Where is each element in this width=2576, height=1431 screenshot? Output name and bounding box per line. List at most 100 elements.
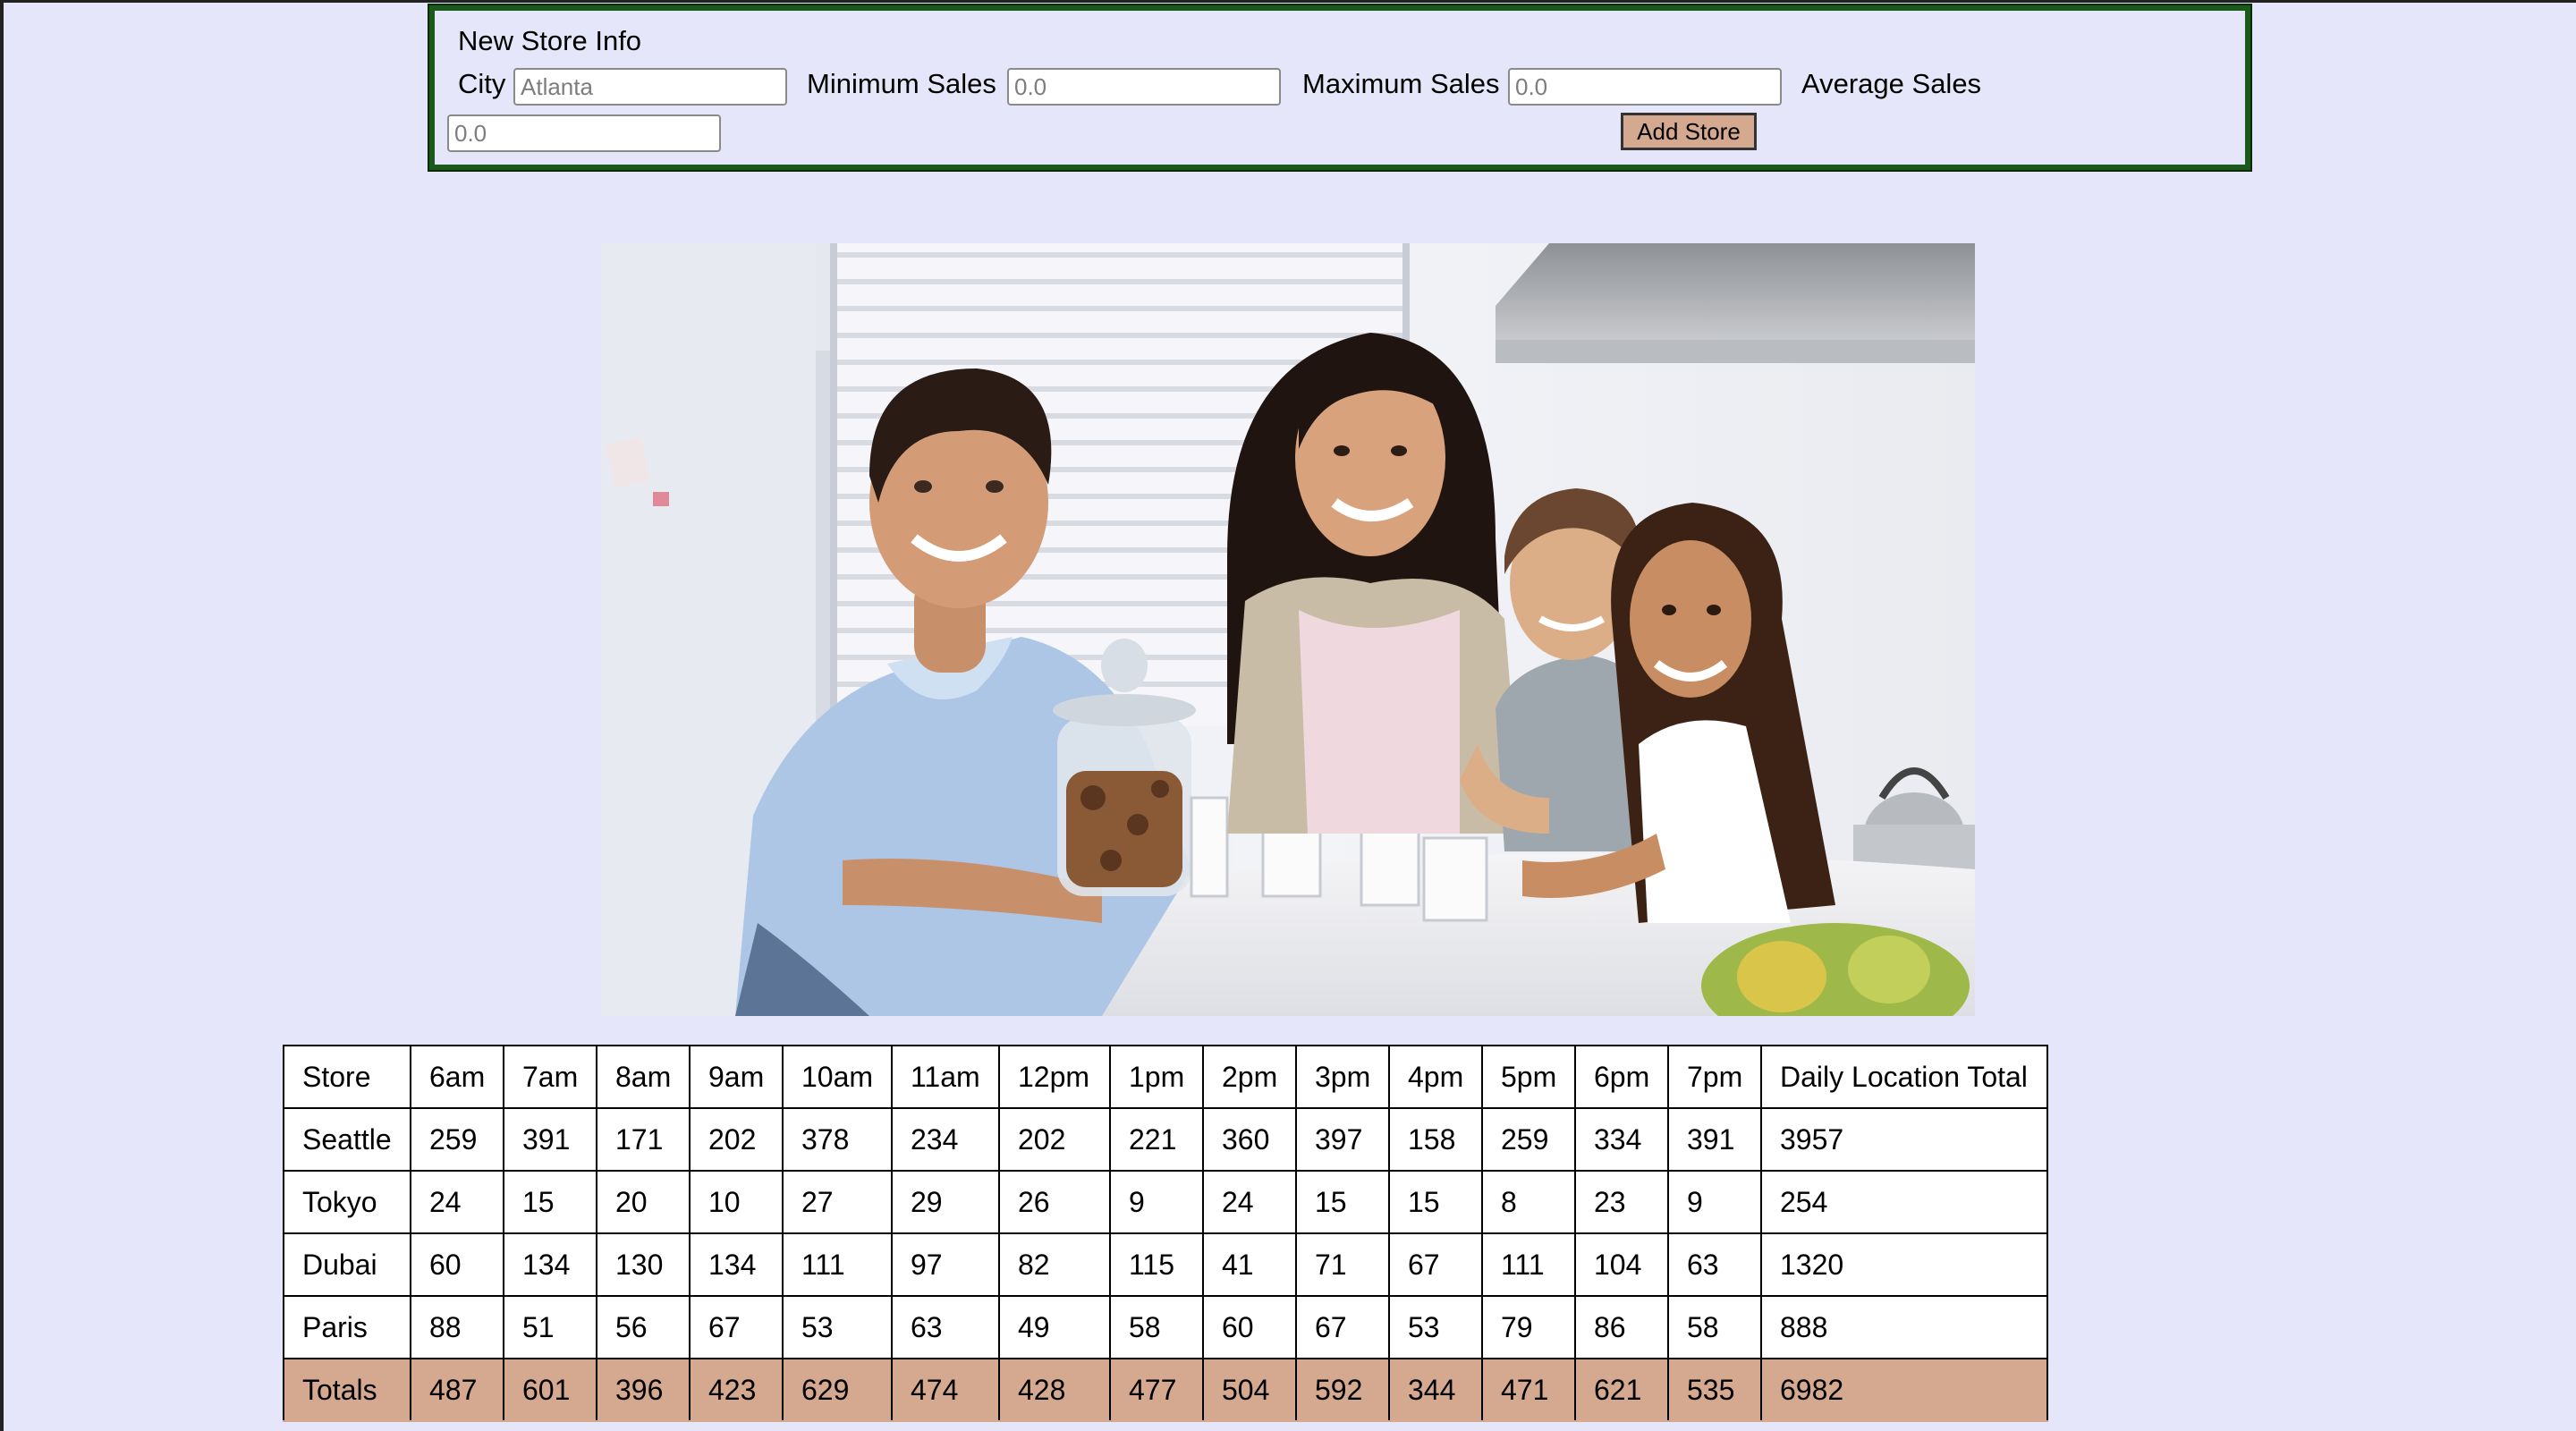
window-top-edge [0,0,2576,3]
hourly-sales-cell: 134 [503,1232,597,1297]
add-store-button[interactable]: Add Store [1621,113,1757,150]
hourly-sales-cell: 20 [596,1170,691,1234]
store-name-cell: Tokyo [283,1170,411,1234]
avg-sales-label: Average Sales [1801,68,1982,99]
header-2pm: 2pm [1202,1045,1297,1109]
hourly-sales-cell: 53 [782,1295,893,1359]
hourly-sales-cell: 378 [782,1107,893,1172]
hourly-sales-cell: 234 [891,1107,1000,1172]
totals-cell: 535 [1667,1358,1762,1422]
hourly-sales-cell: 391 [1667,1107,1762,1172]
hourly-sales-cell: 60 [1202,1295,1297,1359]
city-input[interactable] [513,68,787,106]
min-sales-input[interactable] [1007,68,1281,106]
hourly-sales-cell: 9 [1667,1170,1762,1234]
hourly-sales-cell: 27 [782,1170,893,1234]
hourly-sales-cell: 51 [503,1295,597,1359]
totals-cell: 601 [503,1358,597,1422]
header-3pm: 3pm [1295,1045,1390,1109]
hourly-sales-cell: 8 [1481,1170,1576,1234]
store-name-cell: Seattle [283,1107,411,1172]
hourly-sales-cell: 67 [689,1295,784,1359]
totals-row: Totals 487 601 396 423 629 474 428 477 504 592 344 4… [283,1358,2048,1422]
hourly-sales-cell: 58 [1109,1295,1204,1359]
totals-cell: 621 [1574,1358,1669,1422]
family-photo-illustration [601,243,1975,1016]
hourly-sales-cell: 15 [1388,1170,1483,1234]
hourly-sales-cell: 15 [503,1170,597,1234]
table-header-row: Store 6am 7am 8am 9am 10am 11am 12pm 1pm… [283,1045,2048,1109]
hourly-sales-cell: 49 [998,1295,1111,1359]
totals-cell: 423 [689,1358,784,1422]
totals-cell: 396 [596,1358,691,1422]
max-sales-label: Maximum Sales [1302,68,1500,99]
hourly-sales-cell: 111 [782,1232,893,1297]
table-row: Seattle 259 391 171 202 378 234 202 221 360 397 158… [283,1107,2048,1172]
header-10am: 10am [782,1045,893,1109]
hourly-sales-cell: 259 [1481,1107,1576,1172]
header-1pm: 1pm [1109,1045,1204,1109]
hourly-sales-cell: 259 [410,1107,504,1172]
totals-cell: 629 [782,1358,893,1422]
hourly-sales-cell: 71 [1295,1232,1390,1297]
table-row: Paris 88 51 56 67 53 63 49 58 60 67 53 79 86 58 888 [283,1295,2048,1359]
hourly-sales-cell: 56 [596,1295,691,1359]
hourly-sales-cell: 15 [1295,1170,1390,1234]
table-body: Seattle 259 391 171 202 378 234 202 221 360 397 158… [283,1107,2048,1359]
totals-cell: 471 [1481,1358,1576,1422]
hourly-sales-cell: 24 [410,1170,504,1234]
header-store: Store [283,1045,411,1109]
hourly-sales-cell: 171 [596,1107,691,1172]
hourly-sales-cell: 86 [1574,1295,1669,1359]
hourly-sales-cell: 88 [410,1295,504,1359]
header-7pm: 7pm [1667,1045,1762,1109]
totals-cell: 477 [1109,1358,1204,1422]
hourly-sales-cell: 67 [1295,1295,1390,1359]
daily-total-cell: 1320 [1760,1232,2048,1297]
sales-table: Store 6am 7am 8am 9am 10am 11am 12pm 1pm… [283,1045,2048,1422]
daily-total-cell: 3957 [1760,1107,2048,1172]
hourly-sales-cell: 334 [1574,1107,1669,1172]
hourly-sales-cell: 202 [689,1107,784,1172]
header-6am: 6am [410,1045,504,1109]
avg-sales-input[interactable] [447,114,721,152]
hourly-sales-cell: 82 [998,1232,1111,1297]
totals-cell: 504 [1202,1358,1297,1422]
hourly-sales-cell: 23 [1574,1170,1669,1234]
hourly-sales-cell: 202 [998,1107,1111,1172]
table-row: Tokyo 24 15 20 10 27 29 26 9 24 15 15 8 23 9 254 [283,1170,2048,1234]
totals-cell: 344 [1388,1358,1483,1422]
hourly-sales-cell: 360 [1202,1107,1297,1172]
totals-cell: 428 [998,1358,1111,1422]
header-9am: 9am [689,1045,784,1109]
table-row: Dubai 60 134 130 134 111 97 82 115 41 71 67 111 104 63… [283,1232,2048,1297]
hourly-sales-cell: 79 [1481,1295,1576,1359]
totals-cell: 592 [1295,1358,1390,1422]
form-title: New Store Info [458,25,642,56]
totals-cell: 474 [891,1358,1000,1422]
header-8am: 8am [596,1045,691,1109]
hourly-sales-cell: 97 [891,1232,1000,1297]
table-footer: Totals 487 601 396 423 629 474 428 477 504 592 344 4… [283,1358,2048,1422]
hourly-sales-cell: 60 [410,1232,504,1297]
header-11am: 11am [891,1045,1000,1109]
hourly-sales-cell: 29 [891,1170,1000,1234]
totals-cell: 6982 [1760,1358,2048,1422]
hourly-sales-cell: 115 [1109,1232,1204,1297]
hourly-sales-cell: 63 [891,1295,1000,1359]
hourly-sales-cell: 58 [1667,1295,1762,1359]
hourly-sales-cell: 221 [1109,1107,1204,1172]
hourly-sales-cell: 158 [1388,1107,1483,1172]
max-sales-input[interactable] [1508,68,1782,106]
daily-total-cell: 888 [1760,1295,2048,1359]
hourly-sales-cell: 41 [1202,1232,1297,1297]
header-5pm: 5pm [1481,1045,1576,1109]
hourly-sales-cell: 24 [1202,1170,1297,1234]
city-label: City [458,68,506,99]
totals-label-cell: Totals [283,1358,411,1422]
family-photo [601,243,1975,1016]
daily-total-cell: 254 [1760,1170,2048,1234]
hourly-sales-cell: 104 [1574,1232,1669,1297]
hourly-sales-cell: 67 [1388,1232,1483,1297]
new-store-form: New Store Info City Minimum Sales Maximu… [428,4,2252,172]
